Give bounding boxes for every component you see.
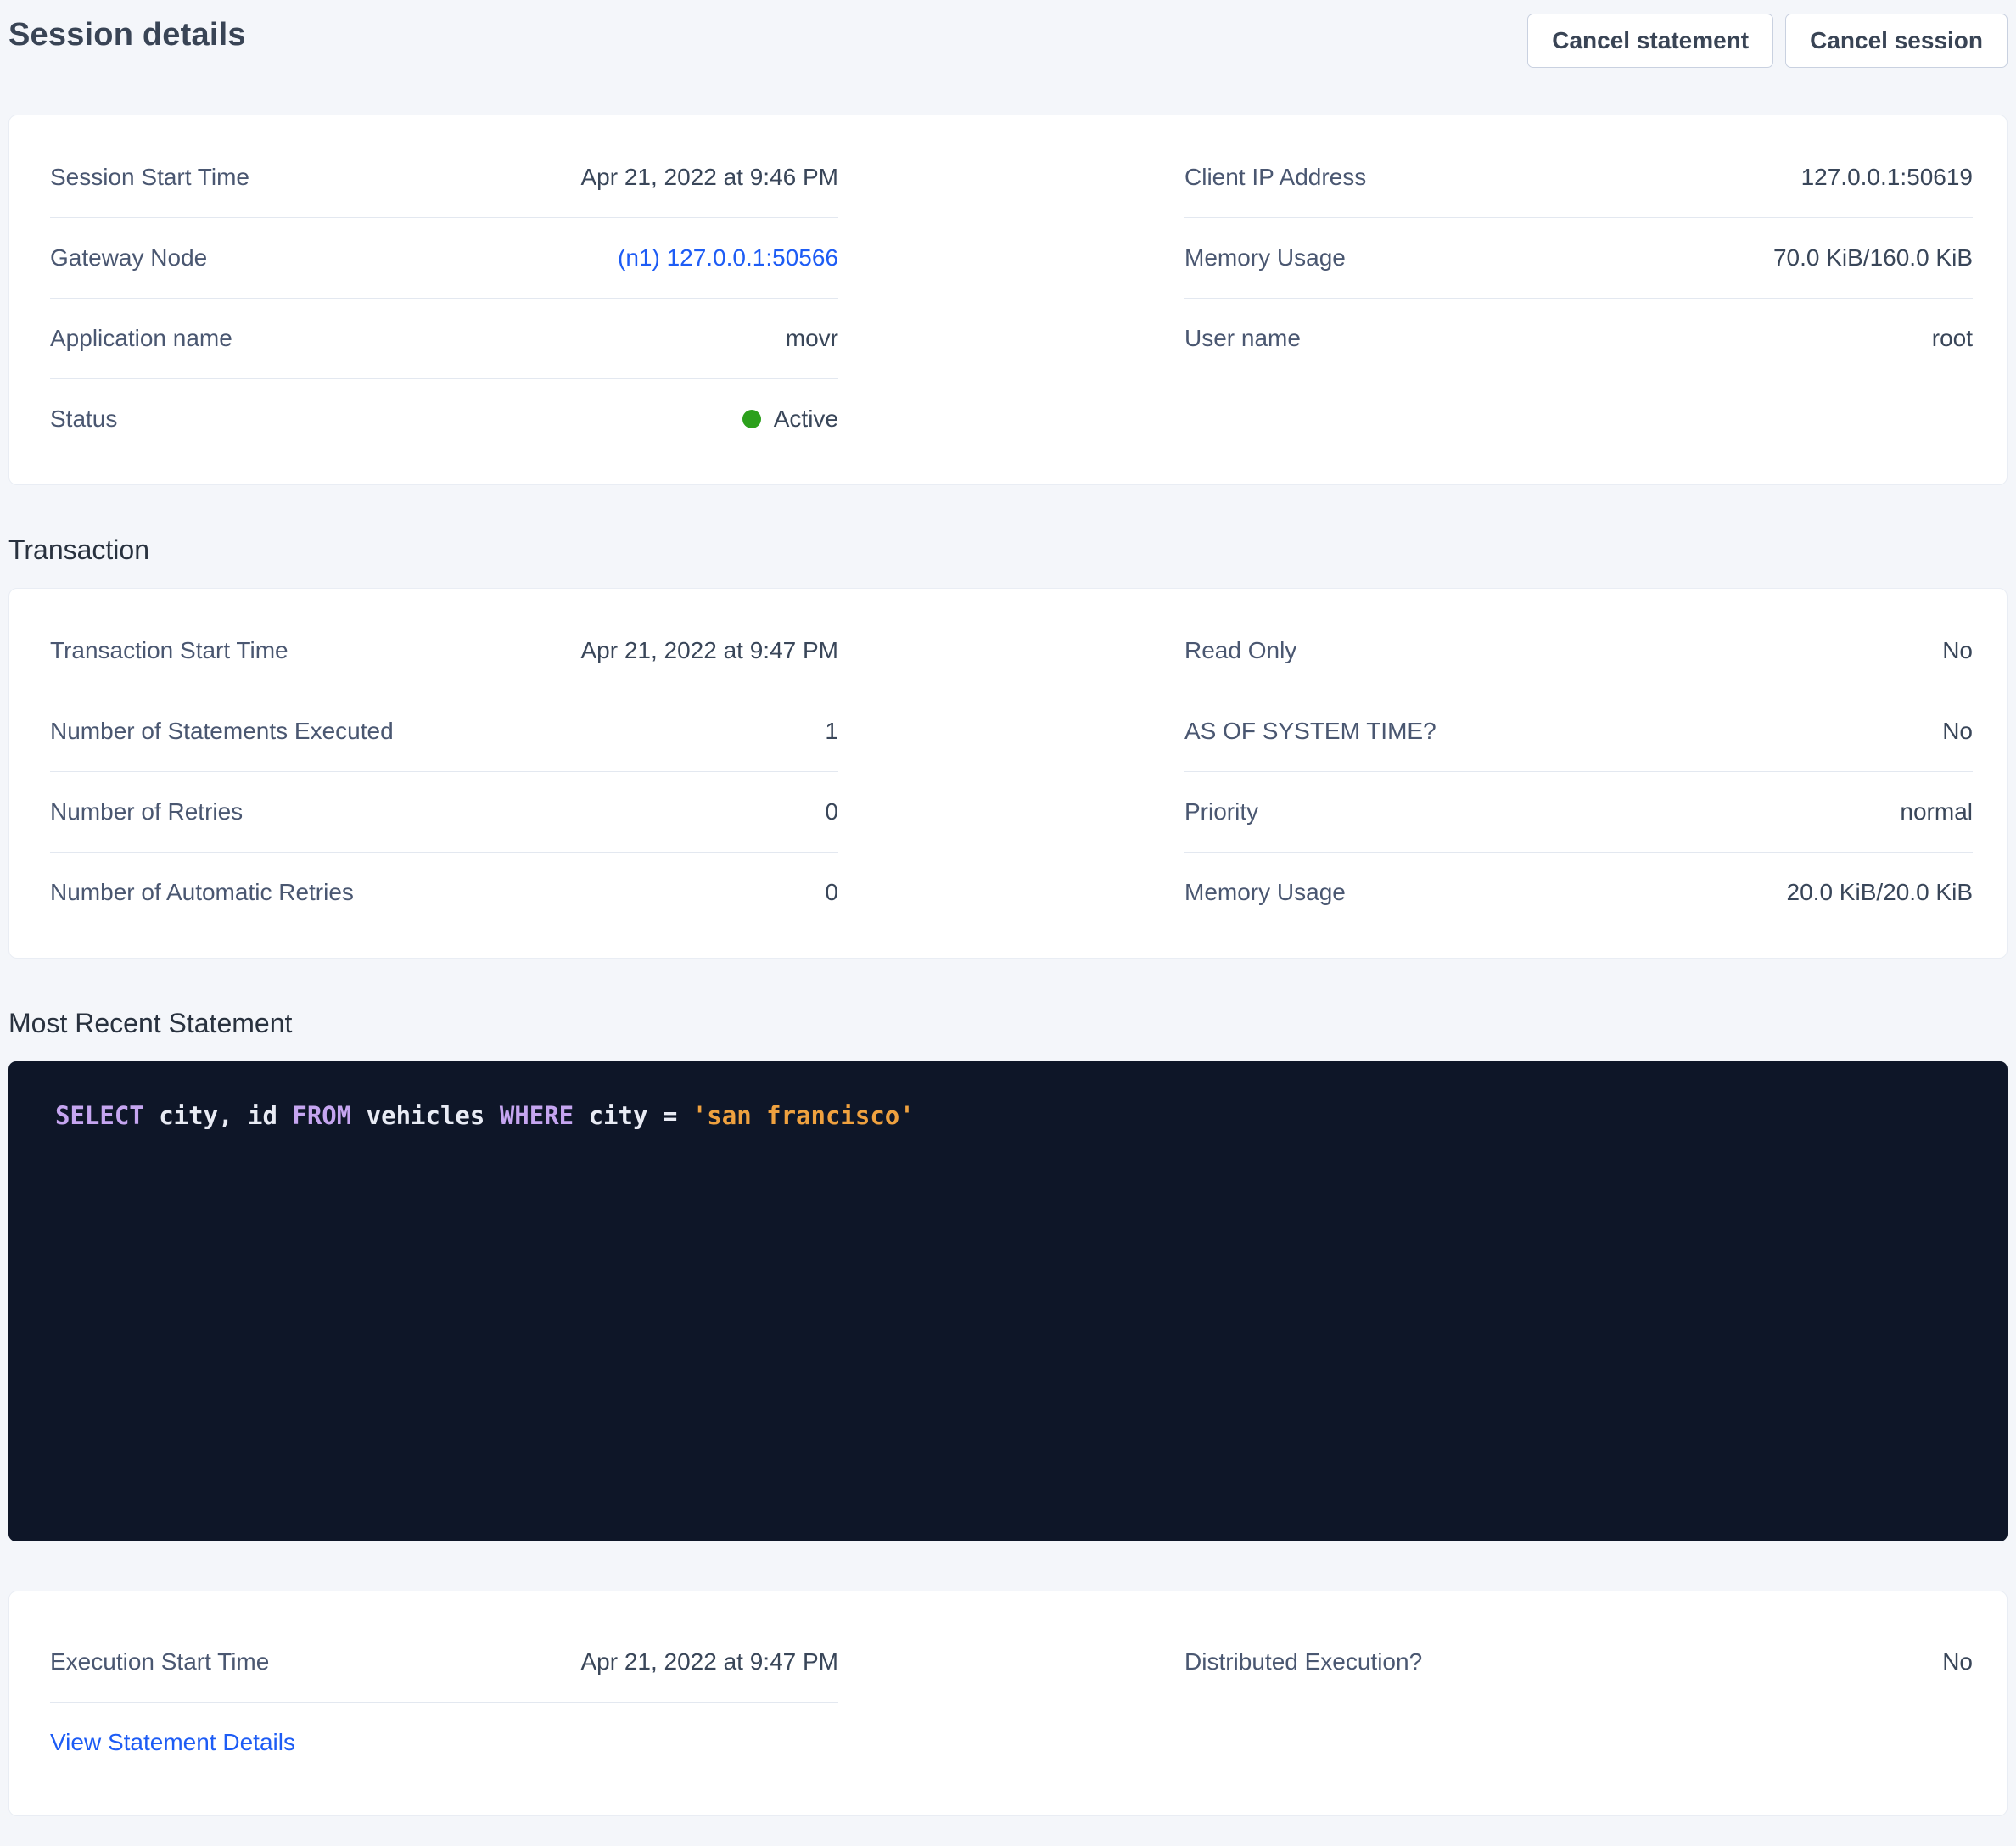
transaction-left-column: Transaction Start Time Apr 21, 2022 at 9… (50, 611, 838, 932)
execution-right-column: Distributed Execution? No (1184, 1622, 1973, 1702)
read-only-label: Read Only (1184, 636, 1296, 665)
transaction-heading: Transaction (8, 534, 2008, 566)
user-name-row: User name root (1184, 299, 1973, 378)
distributed-execution-label: Distributed Execution? (1184, 1647, 1422, 1676)
sql-token-condition: city = (574, 1101, 692, 1130)
view-statement-details-row: View Statement Details (50, 1703, 838, 1782)
execution-start-time-row: Execution Start Time Apr 21, 2022 at 9:4… (50, 1622, 838, 1703)
read-only-value: No (1942, 636, 1973, 665)
statements-executed-row: Number of Statements Executed 1 (50, 691, 838, 772)
user-name-label: User name (1184, 324, 1301, 353)
sql-token-where: WHERE (500, 1101, 574, 1130)
retries-label: Number of Retries (50, 797, 243, 826)
session-memory-usage-label: Memory Usage (1184, 243, 1346, 272)
cancel-statement-button[interactable]: Cancel statement (1527, 14, 1773, 68)
priority-label: Priority (1184, 797, 1258, 826)
application-name-value: movr (786, 324, 838, 353)
session-start-time-value: Apr 21, 2022 at 9:46 PM (580, 163, 838, 192)
status-badge: Active (742, 405, 838, 434)
read-only-row: Read Only No (1184, 611, 1973, 691)
transaction-memory-usage-label: Memory Usage (1184, 878, 1346, 907)
transaction-right-column: Read Only No AS OF SYSTEM TIME? No Prior… (1184, 611, 1973, 932)
priority-row: Priority normal (1184, 772, 1973, 853)
session-start-time-row: Session Start Time Apr 21, 2022 at 9:46 … (50, 137, 838, 218)
execution-card: Execution Start Time Apr 21, 2022 at 9:4… (8, 1591, 2008, 1816)
transaction-memory-usage-value: 20.0 KiB/20.0 KiB (1787, 878, 1973, 907)
as-of-system-time-row: AS OF SYSTEM TIME? No (1184, 691, 1973, 772)
transaction-start-time-value: Apr 21, 2022 at 9:47 PM (580, 636, 838, 665)
cancel-session-button[interactable]: Cancel session (1785, 14, 2008, 68)
execution-start-time-value: Apr 21, 2022 at 9:47 PM (580, 1647, 838, 1676)
distributed-execution-value: No (1942, 1647, 1973, 1676)
status-label: Status (50, 405, 117, 434)
session-summary-card: Session Start Time Apr 21, 2022 at 9:46 … (8, 115, 2008, 485)
gateway-node-row: Gateway Node (n1) 127.0.0.1:50566 (50, 218, 838, 299)
header-actions: Cancel statement Cancel session (1527, 14, 2008, 68)
execution-start-time-label: Execution Start Time (50, 1647, 269, 1676)
page-title: Session details (8, 14, 246, 53)
transaction-start-time-label: Transaction Start Time (50, 636, 288, 665)
gateway-node-link[interactable]: (n1) 127.0.0.1:50566 (618, 243, 838, 272)
gateway-node-label: Gateway Node (50, 243, 207, 272)
as-of-system-time-label: AS OF SYSTEM TIME? (1184, 717, 1436, 746)
view-statement-details-link[interactable]: View Statement Details (50, 1729, 295, 1755)
sql-token-columns: city, id (144, 1101, 293, 1130)
session-memory-usage-row: Memory Usage 70.0 KiB/160.0 KiB (1184, 218, 1973, 299)
session-memory-usage-value: 70.0 KiB/160.0 KiB (1773, 243, 1973, 272)
session-summary-right-column: Client IP Address 127.0.0.1:50619 Memory… (1184, 137, 1973, 378)
sql-token-from: FROM (292, 1101, 351, 1130)
distributed-execution-row: Distributed Execution? No (1184, 1622, 1973, 1702)
sql-statement-box: SELECT city, id FROM vehicles WHERE city… (8, 1061, 2008, 1541)
client-ip-label: Client IP Address (1184, 163, 1366, 192)
retries-value: 0 (825, 797, 838, 826)
client-ip-row: Client IP Address 127.0.0.1:50619 (1184, 137, 1973, 218)
sql-statement-text: SELECT city, id FROM vehicles WHERE city… (55, 1101, 915, 1130)
automatic-retries-row: Number of Automatic Retries 0 (50, 853, 838, 932)
session-details-page: Session details Cancel statement Cancel … (0, 0, 2016, 1846)
statements-executed-value: 1 (825, 717, 838, 746)
retries-row: Number of Retries 0 (50, 772, 838, 853)
page-header: Session details Cancel statement Cancel … (8, 0, 2008, 85)
session-summary-left-column: Session Start Time Apr 21, 2022 at 9:46 … (50, 137, 838, 459)
status-value: Active (774, 405, 838, 434)
execution-left-column: Execution Start Time Apr 21, 2022 at 9:4… (50, 1622, 838, 1782)
status-row: Status Active (50, 379, 838, 459)
active-status-dot-icon (742, 410, 761, 428)
session-start-time-label: Session Start Time (50, 163, 249, 192)
transaction-memory-usage-row: Memory Usage 20.0 KiB/20.0 KiB (1184, 853, 1973, 932)
transaction-card: Transaction Start Time Apr 21, 2022 at 9… (8, 588, 2008, 959)
automatic-retries-value: 0 (825, 878, 838, 907)
statements-executed-label: Number of Statements Executed (50, 717, 394, 746)
as-of-system-time-value: No (1942, 717, 1973, 746)
application-name-label: Application name (50, 324, 232, 353)
user-name-value: root (1932, 324, 1973, 353)
sql-token-string-literal: 'san francisco' (692, 1101, 915, 1130)
automatic-retries-label: Number of Automatic Retries (50, 878, 354, 907)
sql-token-select: SELECT (55, 1101, 144, 1130)
priority-value: normal (1900, 797, 1973, 826)
most-recent-statement-heading: Most Recent Statement (8, 1008, 2008, 1039)
application-name-row: Application name movr (50, 299, 838, 379)
client-ip-value: 127.0.0.1:50619 (1801, 163, 1973, 192)
transaction-start-time-row: Transaction Start Time Apr 21, 2022 at 9… (50, 611, 838, 691)
sql-token-table: vehicles (351, 1101, 500, 1130)
